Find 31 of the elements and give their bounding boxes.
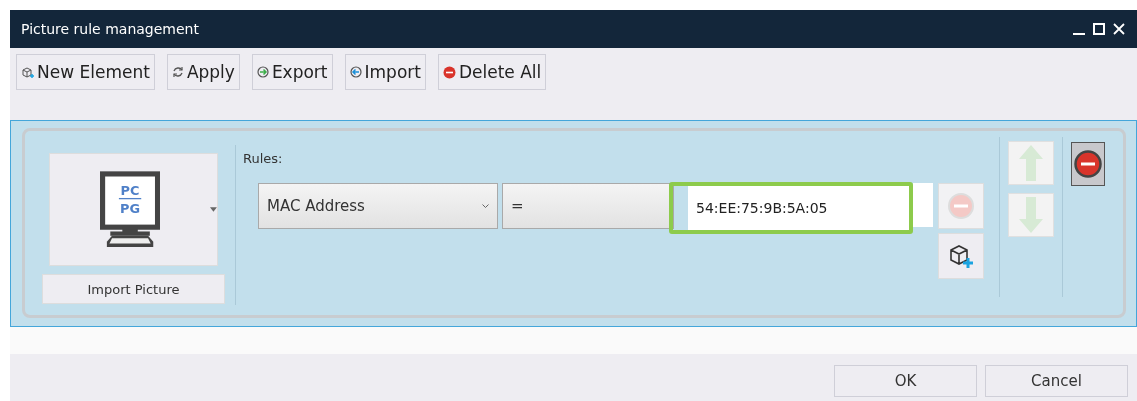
arrow-down-icon [1019,197,1043,233]
input-background [913,183,933,227]
toolbar-button[interactable]: Export [251,54,333,90]
dropdown-arrow-icon [210,207,217,212]
cube-plus-icon [21,65,34,79]
maximize-icon[interactable] [1093,23,1105,35]
arrow-right-circle-icon [256,66,269,78]
chevron-down-icon [482,204,489,208]
arrow-left-circle-icon [349,66,362,78]
rules-label: Rules: [243,151,284,166]
dialog-button[interactable]: Cancel [985,365,1128,397]
toolbar-button[interactable]: Delete All [437,54,547,90]
arrow-up-icon [1019,145,1043,181]
import-picture-button[interactable]: Import Picture [42,274,225,304]
delete-element-button[interactable] [1071,142,1105,186]
cube-plus-icon [948,243,974,269]
add-rule-button[interactable] [938,233,984,279]
minus-circle-icon [1074,150,1102,178]
toolbar-button[interactable]: Import [344,54,426,90]
picture-dropdown[interactable]: PC PG [49,153,218,266]
refresh-icon [171,66,184,78]
operator-dropdown[interactable]: = [502,183,674,229]
close-icon[interactable] [1113,23,1125,35]
window-title: Picture rule management [21,21,199,37]
minus-circle-icon [442,65,456,79]
field-dropdown[interactable]: MAC Address [258,183,498,229]
dialog-button[interactable]: OK [834,365,977,397]
toolbar-button[interactable]: Apply [166,54,240,90]
value-field[interactable]: 54:EE:75:9B:5A:05 [688,186,909,230]
toolbar-button[interactable]: New Element [16,54,155,90]
minus-circle-icon [948,193,974,219]
